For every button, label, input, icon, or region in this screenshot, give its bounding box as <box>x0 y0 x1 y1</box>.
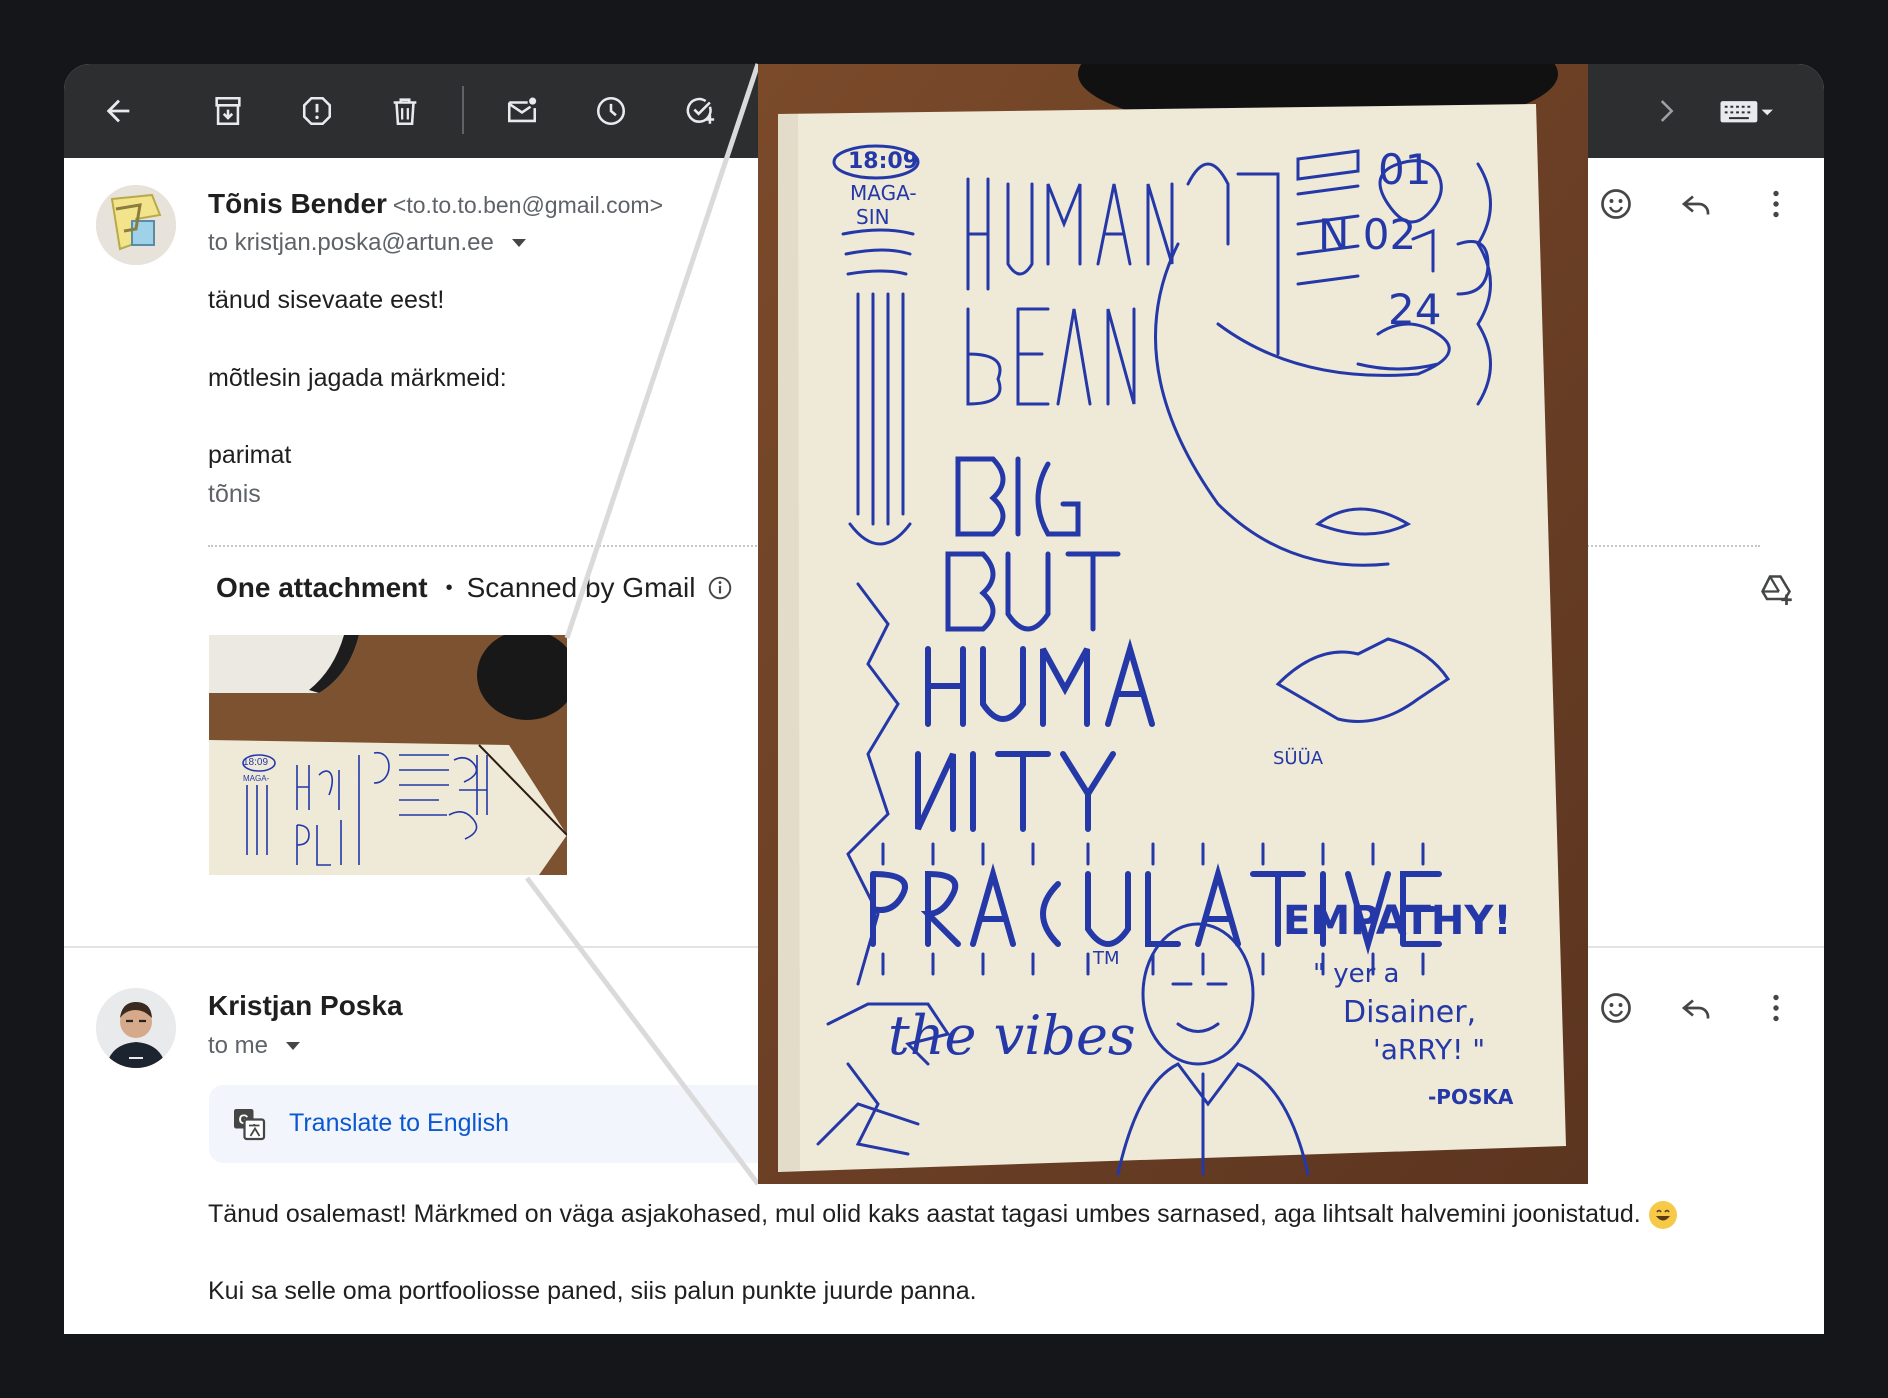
back-arrow-icon[interactable] <box>98 91 138 131</box>
message-body-line: Tänud osalemast! Märkmed on väga asjakoh… <box>208 1200 1677 1230</box>
sketch-text: 01 <box>1378 145 1431 194</box>
emoji-react-icon[interactable] <box>1596 184 1636 224</box>
sketch-illustration: 18:09 MAGA- SIN 01 N 02 24 SÜÜA the vibe… <box>758 64 1588 1184</box>
svg-text:MAGA-: MAGA- <box>243 774 270 783</box>
message-body-line: tänud sisevaate eest! <box>208 286 445 314</box>
reply-icon[interactable] <box>1676 988 1716 1028</box>
sender-email: <to.to.to.ben@gmail.com> <box>392 192 664 218</box>
recipient-line[interactable]: to me <box>208 1032 301 1060</box>
reply-icon[interactable] <box>1676 184 1716 224</box>
message-body-line: Kui sa selle oma portfooliosse paned, si… <box>208 1277 977 1305</box>
sender-name-text: Tõnis Bender <box>208 188 387 219</box>
sketch-text: " yer a <box>1313 959 1400 989</box>
more-options-icon[interactable] <box>1756 184 1796 224</box>
recipient-line[interactable]: to kristjan.poska@artun.ee <box>208 229 526 257</box>
avatar <box>96 988 176 1068</box>
sketch-text: EMPATHY! <box>1283 898 1512 944</box>
more-options-icon[interactable] <box>1756 988 1796 1028</box>
sketch-text: 'aRRY! " <box>1373 1033 1485 1066</box>
svg-text:18:09: 18:09 <box>243 757 268 768</box>
mark-unread-icon[interactable] <box>502 91 542 131</box>
sketch-time: 18:09 <box>848 149 918 174</box>
message-body-line: parimat <box>208 441 292 469</box>
message-body-line: mõtlesin jagada märkmeid: <box>208 364 507 392</box>
sketch-text: the vibes <box>888 1004 1136 1067</box>
keyboard-icon[interactable] <box>1716 91 1776 131</box>
translate-link[interactable]: Translate to English <box>289 1109 509 1138</box>
sketch-text: Disainer, <box>1343 995 1476 1030</box>
add-task-icon[interactable] <box>680 91 720 131</box>
message-body-text: Tänud osalemast! Märkmed on väga asjakoh… <box>208 1200 1641 1228</box>
sketch-text: MAGA- <box>850 181 917 205</box>
attachment-header: One attachment • Scanned by Gmail <box>216 572 733 604</box>
delete-icon[interactable] <box>385 91 425 131</box>
sketch-text: N 02 <box>1318 210 1416 259</box>
add-to-drive-icon[interactable] <box>1756 570 1796 610</box>
info-icon[interactable] <box>707 575 733 601</box>
sketch-text: TM <box>1092 948 1120 969</box>
scanned-label: Scanned by Gmail <box>466 572 696 603</box>
sketch-text: -POSKA <box>1428 1085 1514 1109</box>
recipient-text: to kristjan.poska@artun.ee <box>208 229 494 256</box>
chevron-right-icon[interactable] <box>1646 91 1686 131</box>
grinning-emoji-icon <box>1648 1201 1677 1230</box>
translate-banner: G Translate to English <box>209 1085 809 1163</box>
attachment-title: One attachment <box>216 572 428 603</box>
chevron-down-icon[interactable] <box>511 239 526 247</box>
chevron-down-icon[interactable] <box>286 1042 301 1050</box>
archive-icon[interactable] <box>208 91 248 131</box>
separator-dot: • <box>445 576 453 599</box>
sketch-zoom-preview: 18:09 MAGA- SIN 01 N 02 24 SÜÜA the vibe… <box>758 64 1588 1184</box>
report-spam-icon[interactable] <box>297 91 337 131</box>
recipient-text: to me <box>208 1032 269 1059</box>
attachment-thumbnail[interactable]: 18:09 MAGA- <box>209 635 567 875</box>
signature: tõnis <box>208 480 261 508</box>
sketch-text: 24 <box>1388 285 1441 334</box>
translate-icon: G <box>234 1109 266 1141</box>
sender-name: Tõnis Bender <to.to.to.ben@gmail.com> <box>208 188 663 220</box>
snooze-icon[interactable] <box>591 91 631 131</box>
toolbar-separator <box>462 86 464 134</box>
sketch-text: SÜÜA <box>1273 747 1324 769</box>
emoji-react-icon[interactable] <box>1596 988 1636 1028</box>
sketch-text: SIN <box>856 205 890 229</box>
sender-name: Kristjan Poska <box>208 990 403 1021</box>
avatar <box>96 185 176 265</box>
